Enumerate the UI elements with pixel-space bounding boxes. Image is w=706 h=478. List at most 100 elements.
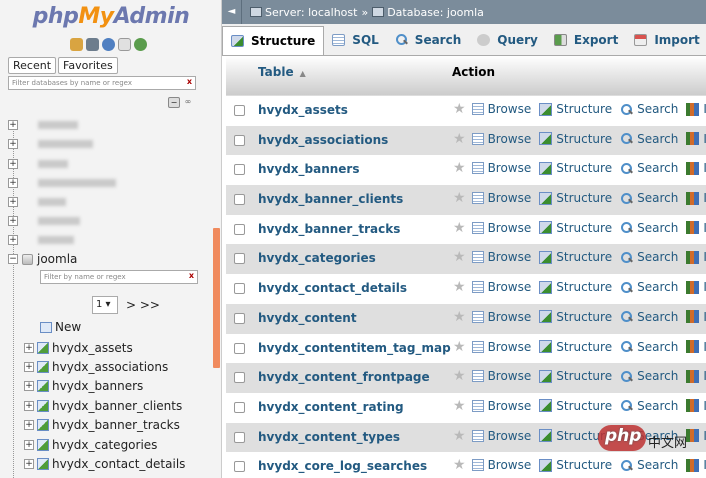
tab-export[interactable]: Export xyxy=(546,24,626,55)
database-filter-input[interactable]: Filter databases by name or regex x xyxy=(8,76,196,90)
table-name-link[interactable]: hvydx_contentitem_tag_map xyxy=(258,341,451,355)
row-checkbox[interactable] xyxy=(234,223,245,235)
row-checkbox[interactable] xyxy=(234,194,245,206)
nav-table-item[interactable]: + hvydx_assets xyxy=(24,341,133,355)
blurred-db-row[interactable]: + xyxy=(8,233,74,247)
breadcrumb-server[interactable]: Server: localhost xyxy=(250,6,357,19)
tab-structure[interactable]: Structure xyxy=(222,26,325,55)
favorite-star-icon[interactable]: ★ xyxy=(453,191,466,205)
nav-table-item[interactable]: + hvydx_banner_tracks xyxy=(24,418,180,432)
row-checkbox[interactable] xyxy=(234,134,245,146)
table-name-link[interactable]: hvydx_banners xyxy=(258,162,360,176)
favorite-star-icon[interactable]: ★ xyxy=(453,458,466,472)
search-action[interactable]: Search xyxy=(620,280,678,294)
browse-action[interactable]: Browse xyxy=(471,310,531,324)
tab-query[interactable]: Query xyxy=(469,24,546,55)
table-filter-input[interactable]: Filter by name or regex x xyxy=(40,270,198,284)
nav-table-name[interactable]: hvydx_banner_tracks xyxy=(52,418,180,432)
row-checkbox[interactable] xyxy=(234,372,245,384)
insert-action[interactable]: Ins xyxy=(686,310,706,324)
column-header-table[interactable]: Table ▲ xyxy=(258,65,452,79)
favorite-star-icon[interactable]: ★ xyxy=(453,280,466,294)
nav-table-item[interactable]: + hvydx_categories xyxy=(24,438,157,452)
table-name-link[interactable]: hvydx_content xyxy=(258,311,357,325)
browse-action[interactable]: Browse xyxy=(471,161,531,175)
browse-action[interactable]: Browse xyxy=(471,102,531,116)
row-checkbox[interactable] xyxy=(234,312,245,324)
expand-icon[interactable]: + xyxy=(24,343,34,353)
table-name-link[interactable]: hvydx_core_log_searches xyxy=(258,459,427,473)
search-action[interactable]: Search xyxy=(620,369,678,383)
collapse-nav-arrow-icon[interactable]: ◄ xyxy=(222,0,242,24)
row-checkbox[interactable] xyxy=(234,253,245,265)
nav-table-item[interactable]: + hvydx_banner_clients xyxy=(24,399,182,413)
filter-clear-icon[interactable]: x xyxy=(189,271,194,280)
table-name-link[interactable]: hvydx_associations xyxy=(258,133,388,147)
nav-table-name[interactable]: hvydx_categories xyxy=(52,438,157,452)
next-page-link[interactable]: > >> xyxy=(126,298,160,312)
structure-action[interactable]: Structure xyxy=(539,369,612,383)
row-checkbox[interactable] xyxy=(234,342,245,354)
search-action[interactable]: Search xyxy=(620,221,678,235)
insert-action[interactable]: Ins xyxy=(686,280,706,294)
tab-import[interactable]: Import xyxy=(626,24,706,55)
blurred-db-row[interactable]: + xyxy=(8,214,80,228)
page-select[interactable]: 1 ▾ xyxy=(92,296,118,314)
structure-action[interactable]: Structure xyxy=(539,132,612,146)
blurred-db-row[interactable]: + xyxy=(8,195,66,209)
favorite-star-icon[interactable]: ★ xyxy=(453,399,466,413)
structure-action[interactable]: Structure xyxy=(539,161,612,175)
structure-action[interactable]: Structure xyxy=(539,102,612,116)
filter-clear-icon[interactable]: x xyxy=(187,77,192,86)
breadcrumb-database[interactable]: Database: joomla xyxy=(372,6,484,19)
tab-search[interactable]: Search xyxy=(387,24,469,55)
table-name-link[interactable]: hvydx_assets xyxy=(258,103,348,117)
help-icon[interactable] xyxy=(102,38,115,51)
browse-action[interactable]: Browse xyxy=(471,458,531,472)
insert-action[interactable]: Ins xyxy=(686,429,706,443)
favorite-star-icon[interactable]: ★ xyxy=(453,221,466,235)
expand-icon[interactable]: + xyxy=(8,178,18,188)
structure-action[interactable]: Structure xyxy=(539,458,612,472)
new-table-item[interactable]: New xyxy=(40,320,81,334)
search-action[interactable]: Search xyxy=(620,310,678,324)
row-checkbox[interactable] xyxy=(234,461,245,473)
insert-action[interactable]: Ins xyxy=(686,250,706,264)
table-name-link[interactable]: hvydx_content_frontpage xyxy=(258,370,430,384)
table-name-link[interactable]: hvydx_content_types xyxy=(258,430,400,444)
structure-action[interactable]: Structure xyxy=(539,221,612,235)
favorite-star-icon[interactable]: ★ xyxy=(453,161,466,175)
insert-action[interactable]: Ins xyxy=(686,102,706,116)
expand-icon[interactable]: + xyxy=(24,420,34,430)
expand-icon[interactable]: + xyxy=(8,159,18,169)
favorite-star-icon[interactable]: ★ xyxy=(453,369,466,383)
browse-action[interactable]: Browse xyxy=(471,221,531,235)
search-action[interactable]: Search xyxy=(620,458,678,472)
table-name-link[interactable]: hvydx_content_rating xyxy=(258,400,404,414)
tab-recent[interactable]: Recent xyxy=(8,57,57,74)
blurred-db-row[interactable]: + xyxy=(8,118,78,132)
expand-icon[interactable]: + xyxy=(24,440,34,450)
expand-icon[interactable]: + xyxy=(8,197,18,207)
search-action[interactable]: Search xyxy=(620,161,678,175)
row-checkbox[interactable] xyxy=(234,283,245,295)
row-checkbox[interactable] xyxy=(234,431,245,443)
insert-action[interactable]: Ins xyxy=(686,340,706,354)
expand-icon[interactable]: + xyxy=(24,459,34,469)
blurred-db-row[interactable]: + xyxy=(8,176,116,190)
browse-action[interactable]: Browse xyxy=(471,191,531,205)
row-checkbox[interactable] xyxy=(234,105,245,116)
structure-action[interactable]: Structure xyxy=(539,191,612,205)
database-joomla[interactable]: − joomla xyxy=(8,252,77,266)
blurred-db-row[interactable]: + xyxy=(8,157,68,171)
expand-icon[interactable]: + xyxy=(8,216,18,226)
search-action[interactable]: Search xyxy=(620,132,678,146)
collapse-icon[interactable]: − xyxy=(8,254,18,264)
nav-table-item[interactable]: + hvydx_contact_details xyxy=(24,457,185,471)
structure-action[interactable]: Structure xyxy=(539,280,612,294)
search-action[interactable]: Search xyxy=(620,191,678,205)
nav-table-name[interactable]: hvydx_assets xyxy=(52,341,133,355)
database-name[interactable]: joomla xyxy=(37,252,77,266)
blurred-db-row[interactable]: + xyxy=(8,137,93,151)
expand-icon[interactable]: + xyxy=(24,401,34,411)
